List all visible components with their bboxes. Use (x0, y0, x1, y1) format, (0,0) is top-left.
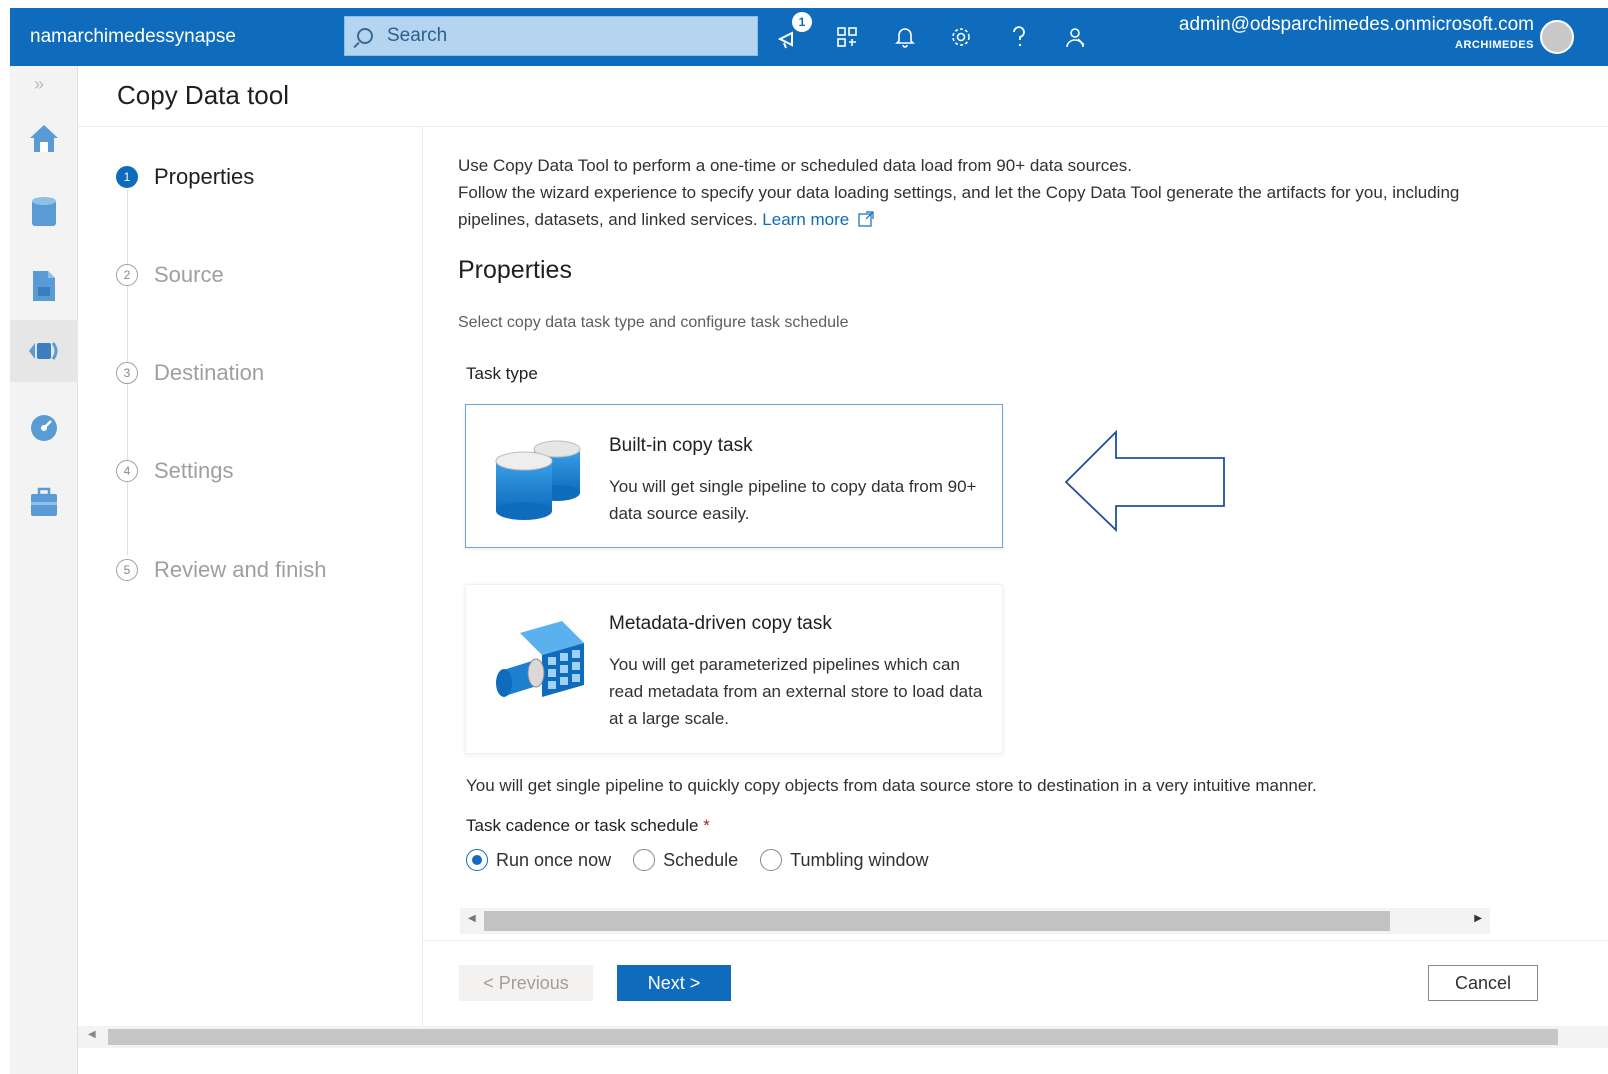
pipeline-note: You will get single pipeline to quickly … (466, 776, 1317, 795)
radio-button[interactable] (760, 849, 783, 871)
intro-line-2: Follow the wizard experience to specify … (458, 179, 1518, 233)
radio-label: Run once now (496, 849, 612, 870)
radio-tumbling-window[interactable]: Tumbling window (760, 849, 929, 871)
required-asterisk: * (703, 816, 710, 835)
step-settings[interactable]: 4 Settings (116, 458, 234, 484)
avatar[interactable] (1540, 20, 1574, 54)
intro-text: Use Copy Data Tool to perform a one-time… (458, 152, 1518, 233)
built-in-copy-databases-icon (492, 435, 584, 526)
learn-more-link[interactable]: Learn more (762, 210, 849, 229)
metadata-driven-copy-task-card[interactable]: Metadata-driven copy task You will get p… (465, 584, 1003, 754)
card-description: You will get parameterized pipelines whi… (609, 655, 983, 728)
cadence-label-text: Task cadence or task schedule (466, 816, 699, 835)
step-label: Destination (154, 360, 265, 385)
top-bar: namarchimedessynapse 1 admin@odsparchime… (10, 8, 1608, 66)
card-title: Built-in copy task (609, 435, 753, 456)
step-label: Settings (154, 458, 234, 483)
page-title: Copy Data tool (117, 80, 289, 110)
properties-heading: Properties (458, 256, 572, 284)
footer-divider (423, 940, 1608, 941)
properties-description: Select copy data task type and configure… (458, 314, 849, 331)
directory-switch-icon[interactable] (832, 22, 862, 52)
step-number: 1 (116, 166, 138, 188)
app-window: namarchimedessynapse 1 admin@odsparchime… (0, 0, 1608, 1074)
task-cadence-radio-group: Run once now Schedule Tumbling window (466, 849, 951, 871)
content-horizontal-scrollbar[interactable]: ◀ ▶ (460, 908, 1490, 934)
radio-label: Schedule (663, 849, 739, 870)
scroll-left-arrow-icon[interactable]: ◀ (468, 913, 476, 924)
develop-icon[interactable] (24, 266, 64, 306)
search-icon (357, 28, 373, 44)
intro-line-2-text: Follow the wizard experience to specify … (458, 183, 1460, 229)
task-type-label: Task type (466, 364, 538, 383)
step-properties[interactable]: 1 Properties (116, 164, 254, 190)
next-button[interactable]: Next > (617, 965, 731, 1001)
monitor-icon[interactable] (24, 408, 64, 448)
notification-count-badge: 1 (792, 12, 812, 32)
intro-line-1: Use Copy Data Tool to perform a one-time… (458, 156, 1132, 175)
step-number: 2 (116, 264, 138, 286)
header-divider (78, 126, 1608, 127)
feedback-announcements-icon[interactable]: 1 (776, 12, 812, 52)
scroll-right-arrow-icon[interactable]: ▶ (1474, 913, 1482, 924)
step-source[interactable]: 2 Source (116, 262, 224, 288)
steps-panel-divider (422, 127, 423, 1027)
built-in-copy-task-card[interactable]: Built-in copy task You will get single p… (465, 404, 1003, 548)
cancel-button[interactable]: Cancel (1428, 965, 1538, 1001)
step-number: 5 (116, 559, 138, 581)
left-nav-rail: » (10, 66, 78, 1074)
page-horizontal-scrollbar[interactable]: ◀ (78, 1026, 1608, 1048)
feedback-icon[interactable] (1060, 22, 1090, 52)
left-arrow-annotation-icon (1064, 430, 1225, 533)
account-tenant: ARCHIMEDES (1455, 39, 1534, 51)
card-title: Metadata-driven copy task (609, 613, 832, 634)
radio-button[interactable] (633, 849, 656, 871)
notifications-bell-icon[interactable] (890, 22, 920, 52)
step-label: Source (154, 262, 224, 287)
account-info[interactable]: admin@odsparchimedes.onmicrosoft.com ARC… (1146, 14, 1534, 51)
settings-gear-icon[interactable] (946, 22, 976, 52)
scrollbar-thumb[interactable] (484, 911, 1390, 931)
radio-label: Tumbling window (790, 849, 929, 870)
search-box[interactable] (344, 16, 758, 56)
previous-button[interactable]: < Previous (459, 965, 593, 1001)
radio-run-once-now[interactable]: Run once now (466, 849, 611, 871)
radio-button-selected[interactable] (466, 849, 488, 871)
step-label: Review and finish (154, 557, 327, 582)
task-cadence-label: Task cadence or task schedule * (466, 816, 710, 836)
scrollbar-thumb[interactable] (108, 1029, 1558, 1045)
home-icon[interactable] (24, 118, 64, 158)
data-icon[interactable] (24, 192, 64, 232)
integrate-icon[interactable] (10, 320, 78, 382)
step-destination[interactable]: 3 Destination (116, 360, 264, 386)
step-number: 4 (116, 460, 138, 482)
external-link-icon[interactable] (858, 211, 874, 227)
search-input[interactable] (387, 25, 747, 47)
help-icon[interactable] (1004, 22, 1034, 52)
scroll-left-arrow-icon[interactable]: ◀ (88, 1029, 96, 1040)
manage-icon[interactable] (24, 482, 64, 522)
expand-rail-icon[interactable]: » (34, 74, 44, 95)
metadata-driven-copy-icon (492, 615, 588, 716)
step-label: Properties (154, 164, 255, 189)
workspace-name[interactable]: namarchimedessynapse (30, 26, 236, 48)
radio-schedule[interactable]: Schedule (633, 849, 738, 871)
account-email: admin@odsparchimedes.onmicrosoft.com (1178, 14, 1534, 35)
step-number: 3 (116, 362, 138, 384)
step-review-and-finish[interactable]: 5 Review and finish (116, 557, 326, 583)
card-description: You will get single pipeline to copy dat… (609, 477, 977, 523)
